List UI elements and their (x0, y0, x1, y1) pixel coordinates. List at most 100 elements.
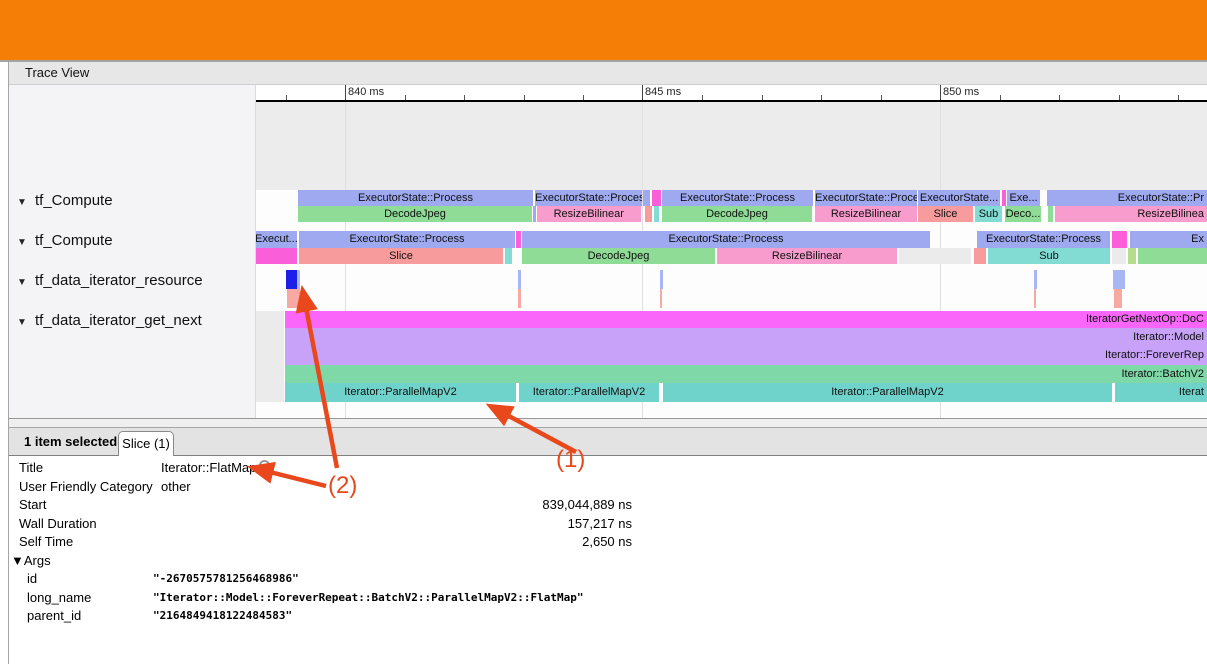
detail-value-User Friendly Category: other (161, 478, 191, 496)
track-header-tf_Compute[interactable]: ▼tf_Compute (9, 192, 255, 210)
trace-slice[interactable]: ExecutorState::Process (977, 231, 1110, 248)
trace-slice[interactable] (1112, 248, 1126, 265)
trace-slice[interactable] (255, 248, 297, 265)
collapse-triangle-icon[interactable]: ▼ (9, 274, 35, 292)
trace-slice[interactable]: IteratorGetNextOp::DoC (285, 311, 1207, 328)
selection-status: 1 item selected. (24, 434, 121, 449)
detail-label-Wall Duration: Wall Duration (19, 515, 97, 533)
ruler-tick-label: 840 ms (348, 86, 384, 98)
trace-slice[interactable]: Iterator::Model (285, 328, 1207, 347)
trace-slice[interactable]: ExecutorState::Process (299, 231, 515, 248)
detail-value-Wall Duration: 157,217 ns (332, 515, 632, 533)
trace-view-title: Trace View (25, 65, 89, 80)
trace-slice[interactable]: ExecutorState::Process (662, 190, 813, 206)
trace-slice[interactable] (297, 270, 300, 289)
trace-slice[interactable] (1114, 289, 1122, 308)
detail-label-Self Time: Self Time (19, 533, 73, 551)
args-group-toggle[interactable]: ▼Args (11, 552, 51, 570)
trace-slice[interactable]: ResizeBilinear (717, 248, 897, 265)
horizontal-splitter[interactable] (9, 418, 1207, 428)
trace-slice[interactable]: Slice (918, 206, 973, 222)
trace-slice[interactable]: Iterator::ForeverRep (285, 346, 1207, 365)
details-header-bar: 1 item selected. Slice (1) (9, 428, 1207, 456)
trace-slice[interactable] (1048, 206, 1053, 222)
track-label-text: tf_data_iterator_get_next (35, 312, 202, 329)
trace-slice[interactable] (518, 270, 521, 289)
trace-slice[interactable]: ExecutorState::Process (815, 190, 917, 206)
trace-slice[interactable] (654, 206, 659, 222)
panel-separator (255, 85, 256, 418)
ruler-minor-tick (1119, 95, 1120, 100)
trace-slice[interactable] (643, 190, 650, 206)
detail-value-parent_id: "2164849418122484583" (153, 607, 292, 625)
trace-slice[interactable] (652, 190, 661, 206)
trace-slice[interactable] (1128, 248, 1136, 265)
trace-slice[interactable] (660, 289, 662, 308)
trace-slice[interactable]: Sub (975, 206, 1002, 222)
details-panel: TitleIterator::FlatMapUser Friendly Cate… (9, 456, 1207, 664)
trace-slice[interactable] (974, 248, 986, 265)
track-label-panel: ▼tf_Compute▼tf_Compute▼tf_data_iterator_… (9, 85, 255, 418)
trace-slice[interactable]: Ex (1130, 231, 1207, 248)
trace-slice[interactable]: Slice (299, 248, 503, 265)
trace-slice[interactable]: Execut... (255, 231, 297, 248)
trace-slice[interactable]: ExecutorState::Process (535, 190, 642, 206)
detail-value-Start: 839,044,889 ns (332, 496, 632, 514)
track-label-text: tf_data_iterator_resource (35, 272, 203, 289)
trace-slice[interactable] (899, 248, 971, 265)
trace-slice[interactable] (505, 248, 512, 265)
track-header-tf_data_iterator_get_next[interactable]: ▼tf_data_iterator_get_next (9, 312, 255, 330)
detail-label-User Friendly Category: User Friendly Category (19, 478, 153, 496)
trace-slice[interactable]: ExecutorState::Process (522, 231, 930, 248)
trace-slice[interactable] (287, 289, 300, 308)
trace-slice[interactable]: Sub (988, 248, 1110, 265)
magnifier-icon[interactable] (258, 459, 274, 475)
trace-slice[interactable]: ResizeBilinea (1055, 206, 1207, 222)
trace-slice[interactable] (516, 231, 521, 248)
trace-slice[interactable]: DecodeJpeg (298, 206, 532, 222)
trace-slice[interactable] (1034, 289, 1036, 308)
trace-slice[interactable] (1113, 270, 1125, 289)
trace-slice[interactable] (645, 206, 652, 222)
trace-slice[interactable]: Deco... (1005, 206, 1041, 222)
trace-slice[interactable] (1138, 248, 1207, 265)
trace-slice[interactable]: Iterator::ParallelMapV2 (285, 383, 516, 402)
track-header-tf_data_iterator_resource[interactable]: ▼tf_data_iterator_resource (9, 272, 255, 290)
trace-slice[interactable]: ExecutorState::Process (298, 190, 533, 206)
track-header-tf_Compute[interactable]: ▼tf_Compute (9, 232, 255, 250)
ruler-minor-tick (702, 95, 703, 100)
detail-label-parent_id: parent_id (27, 607, 81, 625)
trace-slice[interactable]: Iterator::BatchV2 (285, 365, 1207, 384)
tab-slice[interactable]: Slice (1) (118, 431, 174, 456)
detail-value-Self Time: 2,650 ns (332, 533, 632, 551)
trace-slice[interactable] (1002, 190, 1006, 206)
trace-slice[interactable]: Iterator::ParallelMapV2 (519, 383, 659, 402)
collapse-triangle-icon[interactable]: ▼ (9, 194, 35, 212)
trace-slice[interactable]: ExecutorState... (918, 190, 1000, 206)
timeline-ruler: 840 ms845 ms850 ms (255, 85, 1207, 102)
trace-slice[interactable] (1112, 231, 1127, 248)
ruler-minor-tick (405, 95, 406, 100)
trace-slice[interactable]: ExecutorState::Pr (1047, 190, 1207, 206)
trace-slice[interactable]: ResizeBilinear (537, 206, 642, 222)
trace-slice[interactable]: DecodeJpeg (662, 206, 812, 222)
ruler-minor-tick (583, 95, 584, 100)
trace-slice[interactable]: ResizeBilinear (815, 206, 917, 222)
trace-slice[interactable]: Exe... (1007, 190, 1040, 206)
detail-label-Start: Start (19, 496, 46, 514)
trace-slice[interactable]: Iterator::ParallelMapV2 (663, 383, 1112, 402)
ruler-minor-tick (524, 95, 525, 100)
trace-slice[interactable] (518, 289, 521, 308)
timeline-area[interactable]: 840 ms845 ms850 ms ExecutorState::Proces… (255, 85, 1207, 418)
trace-viewer-window: { "banner": { "color": "#f57f06" }, "win… (0, 0, 1207, 664)
detail-value-Title: Iterator::FlatMap (161, 459, 256, 477)
trace-slice[interactable]: Iterat (1115, 383, 1207, 402)
ruler-tick-label: 845 ms (645, 86, 681, 98)
collapse-triangle-icon[interactable]: ▼ (9, 314, 35, 332)
ruler-minor-tick (1000, 95, 1001, 100)
trace-slice[interactable] (286, 270, 297, 289)
trace-slice[interactable]: DecodeJpeg (522, 248, 715, 265)
trace-slice[interactable] (1034, 270, 1037, 289)
collapse-triangle-icon[interactable]: ▼ (9, 234, 35, 252)
trace-slice[interactable] (660, 270, 663, 289)
